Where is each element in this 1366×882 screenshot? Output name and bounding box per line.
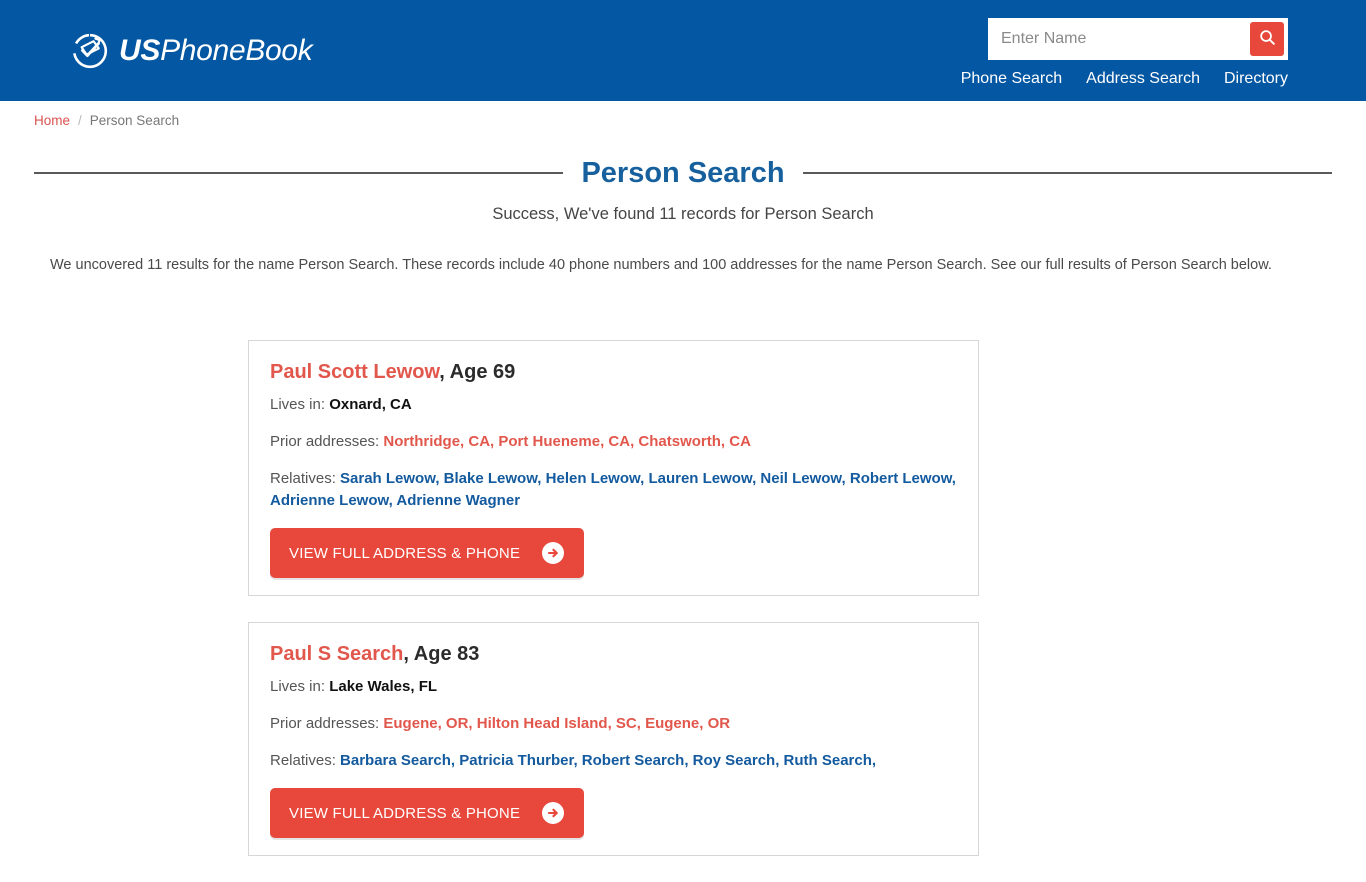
results-summary: Success, We've found 11 records for Pers… — [492, 205, 874, 223]
breadcrumb-separator: / — [78, 113, 82, 128]
result-relatives: Relatives: Sarah Lewow, Blake Lewow, Hel… — [270, 468, 957, 512]
lives-in-label: Lives in: — [270, 396, 330, 413]
search-input[interactable] — [992, 22, 1250, 56]
result-age: , Age 69 — [439, 361, 516, 383]
search-submit-button[interactable] — [1250, 22, 1284, 56]
title-rule-left — [34, 172, 564, 174]
result-name-heading: Paul Scott Lewow, Age 69 — [270, 359, 957, 386]
breadcrumb-home-link[interactable]: Home — [34, 111, 70, 131]
result-lives-in: Lives in: Lake Wales, FL — [270, 676, 957, 698]
prior-addresses-value[interactable]: Northridge, CA, Port Hueneme, CA, Chatsw… — [383, 433, 751, 450]
result-person-link[interactable]: Paul S Search — [270, 643, 403, 665]
result-lives-in: Lives in: Oxnard, CA — [270, 394, 957, 416]
prior-addresses-value[interactable]: Eugene, OR, Hilton Head Island, SC, Euge… — [383, 715, 730, 732]
result-relatives: Relatives: Barbara Search, Patricia Thur… — [270, 750, 957, 772]
search-icon — [1258, 28, 1277, 50]
page-title-row: Person Search — [34, 155, 1333, 191]
logo-text-normal: PhoneBook — [160, 34, 313, 67]
site-logo-text: USPhoneBook — [119, 33, 313, 69]
header-search — [988, 18, 1288, 60]
result-card: Paul S Search, Age 83 Lives in: Lake Wal… — [248, 622, 979, 856]
view-full-address-phone-button[interactable]: VIEW FULL ADDRESS & PHONE — [270, 528, 585, 578]
cta-label: VIEW FULL ADDRESS & PHONE — [289, 544, 521, 562]
view-full-address-phone-button[interactable]: VIEW FULL ADDRESS & PHONE — [270, 788, 585, 838]
site-header: USPhoneBook Phone Search Address Search … — [0, 0, 1366, 101]
logo-text-bold: US — [119, 34, 161, 67]
nav-item-phone-search[interactable]: Phone Search — [961, 66, 1062, 92]
relatives-value[interactable]: Barbara Search, Patricia Thurber, Robert… — [340, 752, 876, 769]
relatives-value[interactable]: Sarah Lewow, Blake Lewow, Helen Lewow, L… — [270, 470, 956, 509]
cta-label: VIEW FULL ADDRESS & PHONE — [289, 804, 521, 822]
relatives-label: Relatives: — [270, 470, 341, 487]
prior-addresses-label: Prior addresses: — [270, 715, 384, 732]
results-list: Paul Scott Lewow, Age 69 Lives in: Oxnar… — [248, 340, 979, 882]
usphonebook-check-circle-icon — [72, 33, 108, 69]
result-prior-addresses: Prior addresses: Northridge, CA, Port Hu… — [270, 431, 957, 453]
prior-addresses-label: Prior addresses: — [270, 433, 384, 450]
relatives-label: Relatives: — [270, 752, 341, 769]
arrow-right-circle-icon — [542, 542, 565, 564]
main-nav: Phone Search Address Search Directory — [961, 66, 1288, 92]
lives-in-label: Lives in: — [270, 678, 330, 695]
result-age: , Age 83 — [403, 643, 480, 665]
breadcrumb-current: Person Search — [89, 113, 180, 128]
breadcrumb: Home / Person Search — [34, 111, 179, 131]
result-prior-addresses: Prior addresses: Eugene, OR, Hilton Head… — [270, 713, 957, 735]
result-card: Paul Scott Lewow, Age 69 Lives in: Oxnar… — [248, 340, 979, 596]
page-description: We uncovered 11 results for the name Per… — [50, 256, 1272, 273]
title-rule-right — [802, 172, 1333, 174]
nav-item-directory[interactable]: Directory — [1224, 66, 1288, 92]
page-title: Person Search — [581, 157, 785, 189]
arrow-right-circle-icon — [542, 802, 565, 824]
result-name-heading: Paul S Search, Age 83 — [270, 641, 957, 668]
lives-in-value: Oxnard, CA — [329, 396, 412, 413]
nav-item-address-search[interactable]: Address Search — [1086, 66, 1200, 92]
site-logo[interactable]: USPhoneBook — [72, 29, 313, 73]
lives-in-value: Lake Wales, FL — [329, 678, 438, 695]
result-person-link[interactable]: Paul Scott Lewow — [270, 361, 439, 383]
